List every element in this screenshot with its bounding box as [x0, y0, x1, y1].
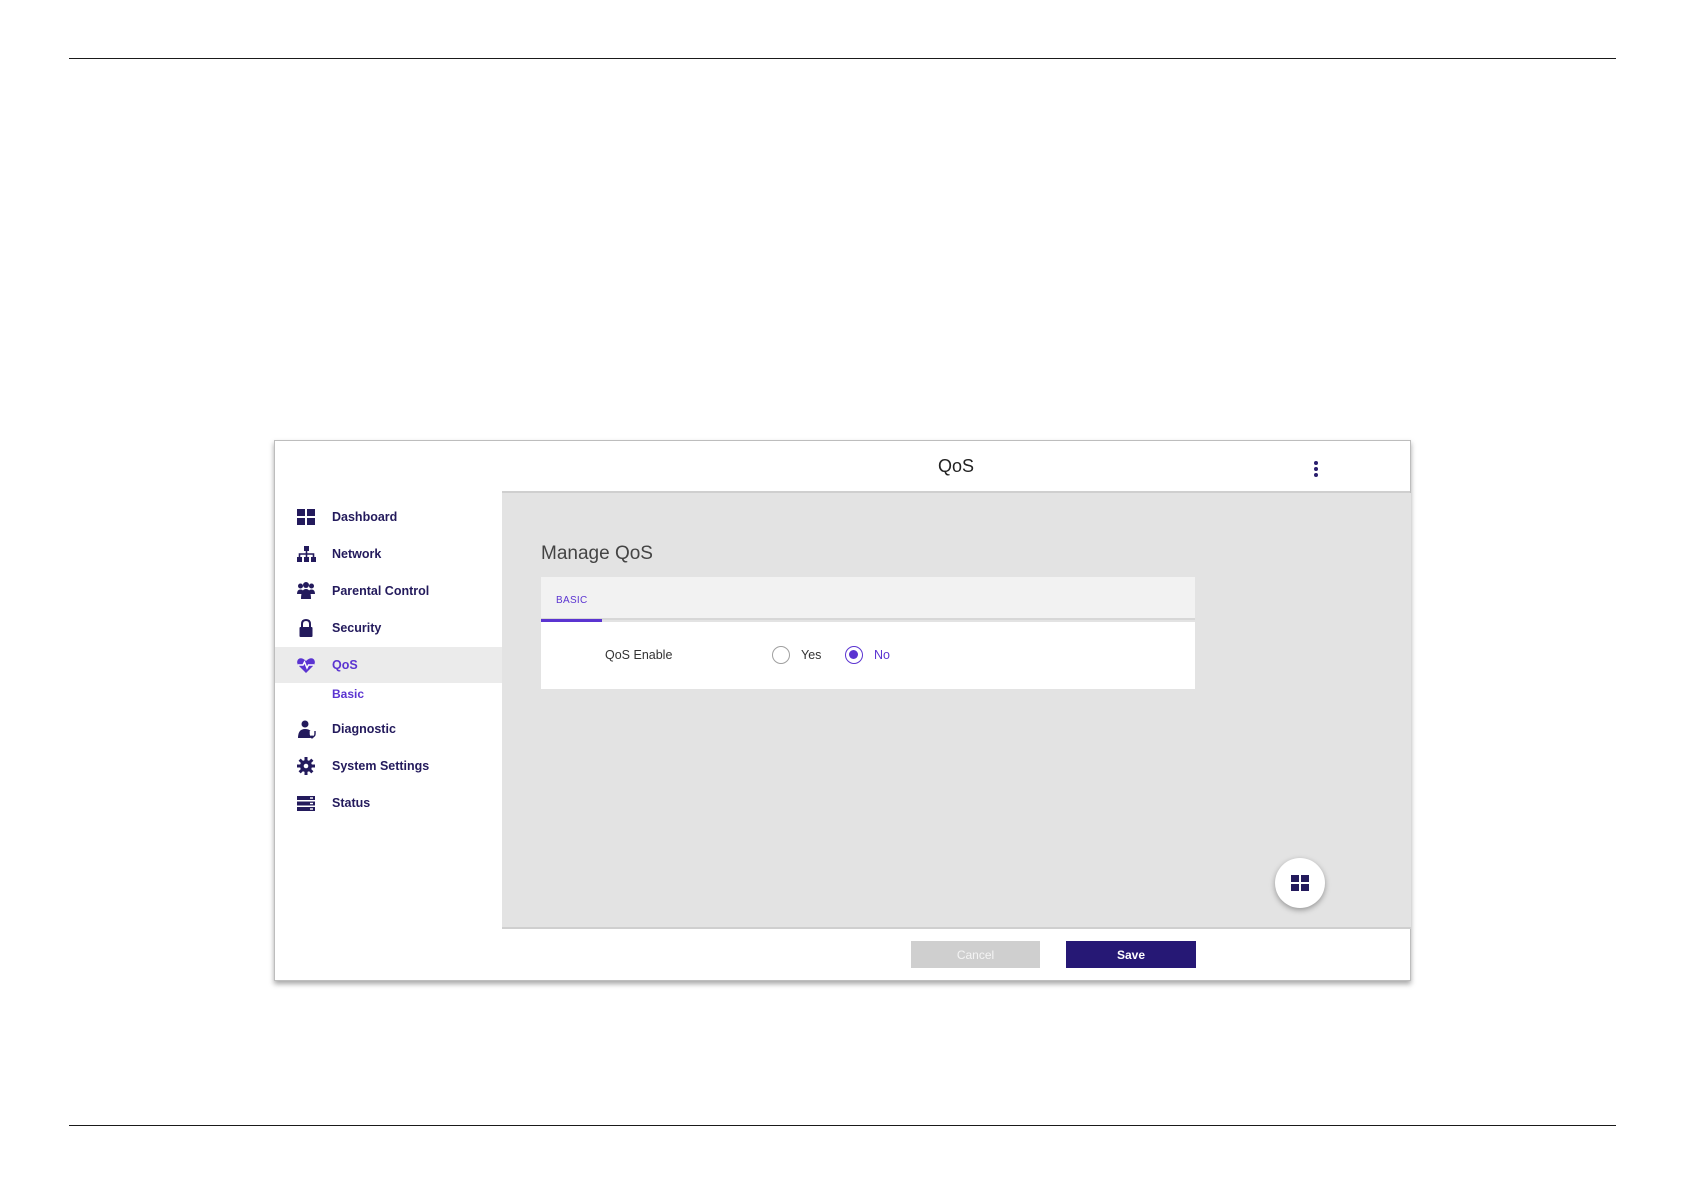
sidebar-item-label: Parental Control [332, 584, 430, 598]
sidebar-item-label: QoS [332, 658, 358, 672]
qos-enable-label: QoS Enable [605, 648, 673, 662]
heart-pulse-icon [297, 658, 315, 673]
main-content: Manage QoS BASIC QoS Enable Yes No [502, 493, 1411, 929]
sidebar-item-network[interactable]: Network [275, 536, 502, 572]
sidebar-item-label: Diagnostic [332, 722, 396, 736]
top-app-bar: QoS [502, 441, 1410, 493]
qos-form: QoS Enable Yes No [541, 622, 1195, 689]
sidebar-item-dashboard[interactable]: Dashboard [275, 499, 502, 535]
tab-label: BASIC [556, 595, 588, 606]
sidebar-item-diagnostic[interactable]: Diagnostic [275, 711, 502, 747]
sidebar-item-label: Network [332, 547, 382, 561]
page-title: QoS [937, 456, 975, 476]
page-bottom-rule [69, 1125, 1616, 1126]
tab-bar: BASIC [541, 577, 1195, 622]
sidebar-item-label: Dashboard [332, 510, 398, 524]
status-server-icon [297, 796, 315, 811]
cancel-button[interactable]: Cancel [911, 941, 1040, 968]
section-title: Manage QoS [541, 543, 653, 564]
radio-unchecked-icon[interactable] [772, 646, 790, 664]
sidebar-item-qos[interactable]: QoS [275, 647, 502, 683]
router-ui-window: QoS Dashboard Network Parental Control S… [274, 440, 1411, 981]
qos-enable-no-radio[interactable]: No [845, 645, 890, 665]
radio-label: Yes [801, 648, 822, 662]
dashboard-icon [1291, 875, 1309, 891]
dashboard-icon [297, 509, 315, 525]
qos-enable-yes-radio[interactable]: Yes [772, 645, 821, 665]
lock-icon [299, 618, 313, 637]
diagnostic-icon [298, 720, 316, 739]
dashboard-fab-button[interactable] [1275, 858, 1325, 908]
radio-checked-icon[interactable] [845, 646, 863, 664]
sidebar-subitem-basic[interactable]: Basic [275, 680, 502, 708]
sidebar-item-system-settings[interactable]: System Settings [275, 748, 502, 784]
sidebar-item-security[interactable]: Security [275, 610, 502, 646]
sidebar-item-label: System Settings [332, 759, 430, 773]
sidebar-item-label: Security [332, 621, 382, 635]
page-top-rule [69, 58, 1616, 59]
tab-basic[interactable]: BASIC [541, 577, 602, 622]
sidebar: Dashboard Network Parental Control Secur… [275, 491, 502, 931]
family-icon [297, 582, 315, 599]
more-options-icon[interactable] [1311, 461, 1321, 477]
radio-label: No [874, 648, 890, 662]
qos-panel: BASIC QoS Enable Yes No [541, 577, 1195, 689]
save-button[interactable]: Save [1066, 941, 1196, 968]
sidebar-item-label: Status [332, 796, 371, 810]
sidebar-subitem-label: Basic [332, 687, 365, 701]
sidebar-item-status[interactable]: Status [275, 785, 502, 821]
gear-icon [297, 757, 315, 775]
sidebar-item-parental-control[interactable]: Parental Control [275, 573, 502, 609]
network-icon [297, 546, 316, 562]
